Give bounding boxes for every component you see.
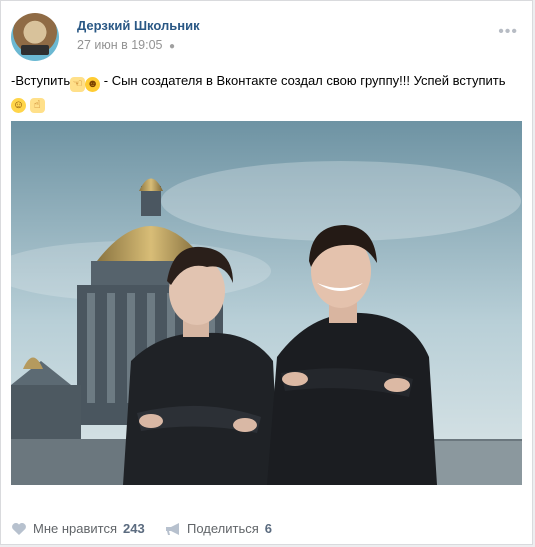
- apple-icon: ●: [169, 41, 176, 52]
- raised-finger-emoji: ☝: [29, 98, 45, 113]
- like-button[interactable]: Мне нравится 243: [11, 521, 145, 536]
- photo-illustration: [11, 121, 522, 485]
- post-date-text: 27 июн в 19:05: [77, 38, 163, 52]
- share-count: 6: [264, 521, 273, 536]
- share-button[interactable]: Поделиться 6: [165, 521, 272, 536]
- post-header: Дерзкий Школьник 27 июн в 19:05 ● •••: [11, 13, 522, 61]
- like-label: Мне нравится: [33, 521, 118, 536]
- post-date[interactable]: 27 июн в 19:05 ●: [77, 38, 175, 52]
- heart-icon: [12, 522, 26, 535]
- post-text: -Вступить ☜ ☻ - Сын создателя в Вконтакте …: [11, 71, 518, 113]
- wall-post: Дерзкий Школьник 27 июн в 19:05 ● ••• -В…: [0, 0, 533, 545]
- relieved-face-emoji: ☺: [11, 98, 26, 113]
- more-options-icon[interactable]: •••: [498, 23, 518, 41]
- post-actions: Мне нравится 243 Поделиться 6: [11, 521, 522, 541]
- post-photo[interactable]: [11, 121, 522, 485]
- megaphone-icon: [166, 522, 179, 535]
- post-text-part2: - Сын создателя в Вконтакте создал свою …: [100, 73, 506, 88]
- post-text-part1: -Вступить: [11, 73, 71, 88]
- grinning-face-emoji: ☻: [85, 77, 101, 92]
- share-label: Поделиться: [187, 521, 259, 536]
- avatar[interactable]: [11, 13, 59, 61]
- author-name[interactable]: Дерзкий Школьник: [77, 18, 200, 33]
- like-count: 243: [123, 521, 145, 536]
- avatar-badge: [21, 45, 49, 55]
- pointing-hand-emoji: ☜: [70, 77, 86, 92]
